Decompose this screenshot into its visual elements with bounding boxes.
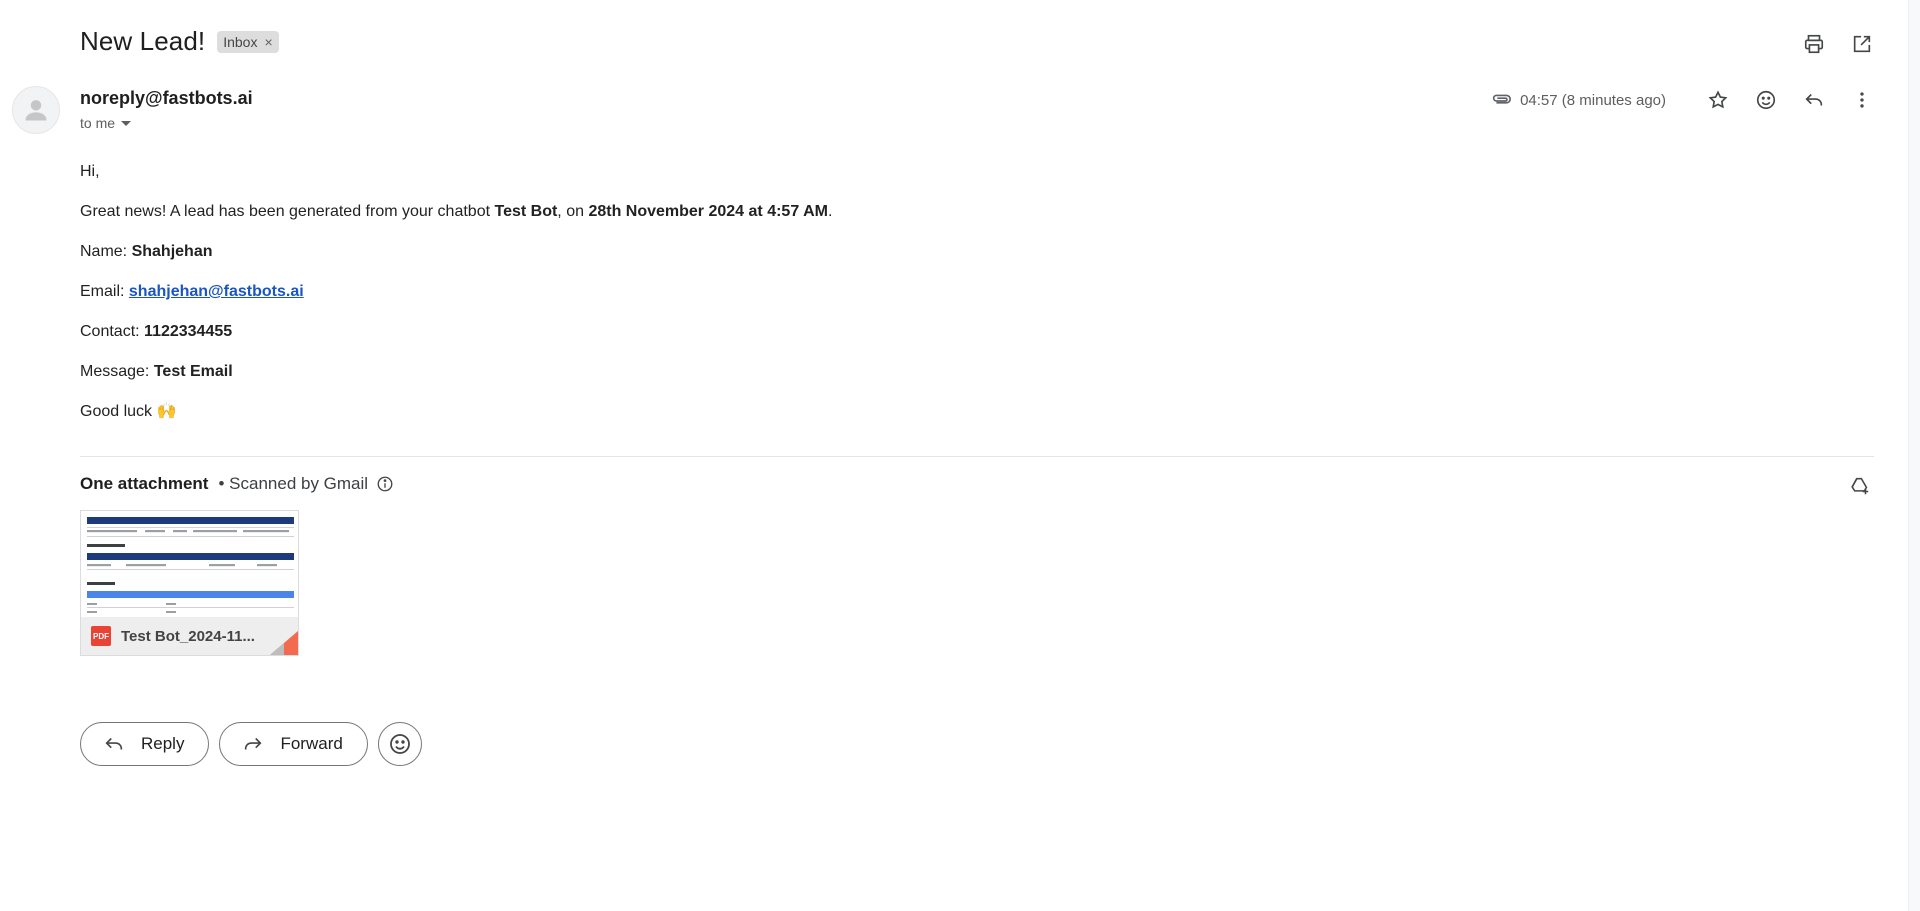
email-view: New Lead! Inbox × noreply@fastbots.ai to…: [0, 0, 1920, 911]
intro-line: Great news! A lead has been generated fr…: [80, 203, 833, 220]
subject-row: New Lead! Inbox ×: [80, 26, 279, 57]
sender-email[interactable]: noreply@fastbots.ai: [80, 88, 253, 109]
reply-button[interactable]: Reply: [80, 722, 210, 766]
emoji-reaction-button[interactable]: [377, 722, 422, 766]
attachments-divider: [80, 456, 1874, 457]
reply-icon: [105, 737, 123, 750]
lead-message-line: Message: Test Email: [80, 363, 233, 380]
inbox-label-chip[interactable]: Inbox ×: [217, 30, 279, 53]
forward-button[interactable]: Forward: [219, 722, 368, 766]
sender-avatar[interactable]: [12, 86, 60, 134]
more-vertical-icon: [1860, 92, 1864, 108]
lead-contact-line: Contact: 1122334455: [80, 323, 233, 340]
reply-icon-button[interactable]: [1800, 86, 1828, 114]
print-button[interactable]: [1800, 30, 1828, 58]
info-icon[interactable]: [376, 475, 394, 493]
attachment-preview-thumbnail: [81, 511, 298, 619]
lead-message: Test Email: [153, 363, 233, 380]
attachment-file-name: Test Bot_2024-11...: [121, 627, 255, 645]
emoji-icon: [389, 734, 410, 754]
emoji-icon: [1756, 90, 1776, 110]
add-to-drive-icon: [1851, 477, 1869, 495]
recipient-line[interactable]: to me: [80, 115, 132, 131]
star-icon: [1708, 90, 1728, 109]
scan-status: • Scanned by Gmail: [218, 474, 369, 493]
message-meta: 04:57 (8 minutes ago): [1490, 86, 1876, 114]
closing: Good luck 🙌: [80, 403, 177, 420]
remove-label-button[interactable]: ×: [264, 34, 272, 50]
greeting: Hi,: [80, 163, 100, 180]
bot-name: Test Bot: [494, 203, 558, 220]
lead-datetime: 28th November 2024 at 4:57 AM: [588, 203, 828, 220]
thread-actions: [1800, 30, 1876, 58]
show-details-chevron-down-icon[interactable]: [121, 120, 132, 126]
forward-icon: [245, 737, 262, 750]
paperclip-icon: [1490, 89, 1512, 111]
pdf-icon: PDF: [91, 626, 111, 646]
label-text: Inbox: [223, 33, 258, 50]
star-button[interactable]: [1704, 86, 1732, 114]
attachment-count: One attachment: [80, 474, 209, 493]
open-in-new-window-icon: [1853, 35, 1871, 53]
person-icon: [25, 100, 47, 121]
reply-icon: [1805, 93, 1823, 106]
lead-name: Shahjehan: [131, 243, 213, 260]
email-body: Hi, Great news! A lead has been generate…: [80, 162, 832, 442]
lead-name-line: Name: Shahjehan: [80, 243, 213, 260]
lead-email-link[interactable]: shahjehan@fastbots.ai: [129, 283, 304, 300]
message-time: 04:57 (8 minutes ago): [1520, 91, 1666, 109]
add-reaction-button[interactable]: [1752, 86, 1780, 114]
more-options-button[interactable]: [1848, 86, 1876, 114]
lead-contact: 1122334455: [144, 323, 233, 340]
recipient-text: to me: [80, 115, 116, 131]
add-all-to-drive-button[interactable]: [1846, 472, 1874, 500]
lead-email-line: Email: shahjehan@fastbots.ai: [80, 283, 304, 300]
attachments-header: One attachment • Scanned by Gmail: [80, 474, 394, 494]
print-icon: [1804, 34, 1824, 54]
scrollbar[interactable]: [1908, 0, 1920, 911]
pdf-corner-fold-icon: [270, 631, 298, 655]
open-in-new-window-button[interactable]: [1848, 30, 1876, 58]
email-subject: New Lead!: [80, 26, 206, 56]
reply-actions: Reply Forward: [80, 722, 422, 766]
forward-label: Forward: [280, 734, 343, 753]
reply-label: Reply: [141, 734, 185, 753]
attachment-card[interactable]: PDF Test Bot_2024-11...: [80, 510, 299, 656]
